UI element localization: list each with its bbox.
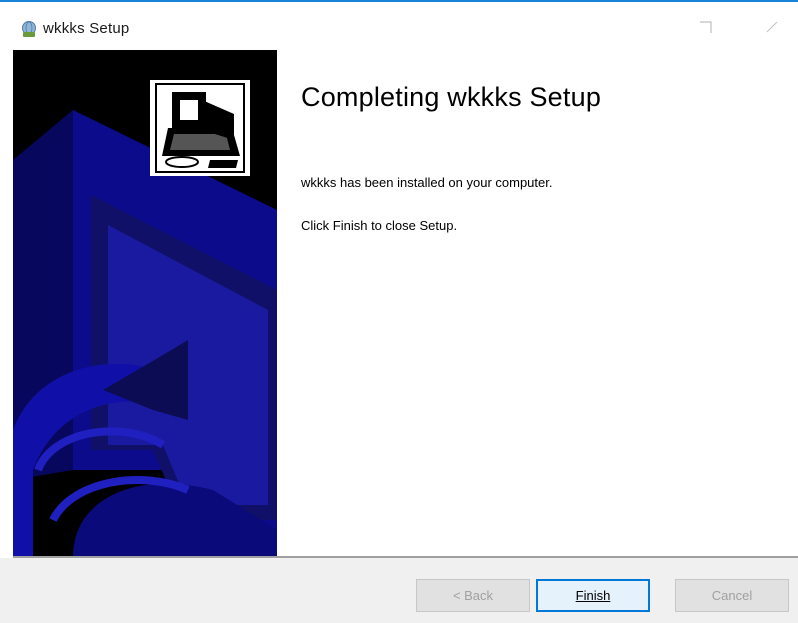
setup-window: wkkks Setup Completing wkkks Setup wkkks…	[0, 0, 798, 623]
wizard-banner-image	[13, 50, 277, 557]
maximize-button[interactable]	[686, 12, 726, 42]
instruction-message: Click Finish to close Setup.	[301, 218, 458, 233]
close-button[interactable]	[752, 12, 792, 42]
cancel-button-label: Cancel	[711, 588, 753, 603]
installed-message: wkkks has been installed on your compute…	[301, 175, 553, 190]
window-title: wkkks Setup	[43, 20, 130, 37]
cancel-button[interactable]: Cancel	[675, 579, 789, 612]
installer-app-icon	[20, 20, 38, 38]
back-button-label: < Back	[452, 588, 494, 603]
product-box	[150, 80, 250, 176]
back-button[interactable]: < Back	[416, 579, 530, 612]
maximize-icon	[700, 21, 712, 33]
close-icon	[766, 21, 778, 33]
finish-button-label: Finish	[575, 588, 611, 603]
finish-button[interactable]: Finish	[536, 579, 650, 612]
computer-install-icon	[150, 80, 250, 176]
title-bar[interactable]: wkkks Setup	[0, 2, 798, 48]
page-heading: Completing wkkks Setup	[301, 82, 602, 112]
